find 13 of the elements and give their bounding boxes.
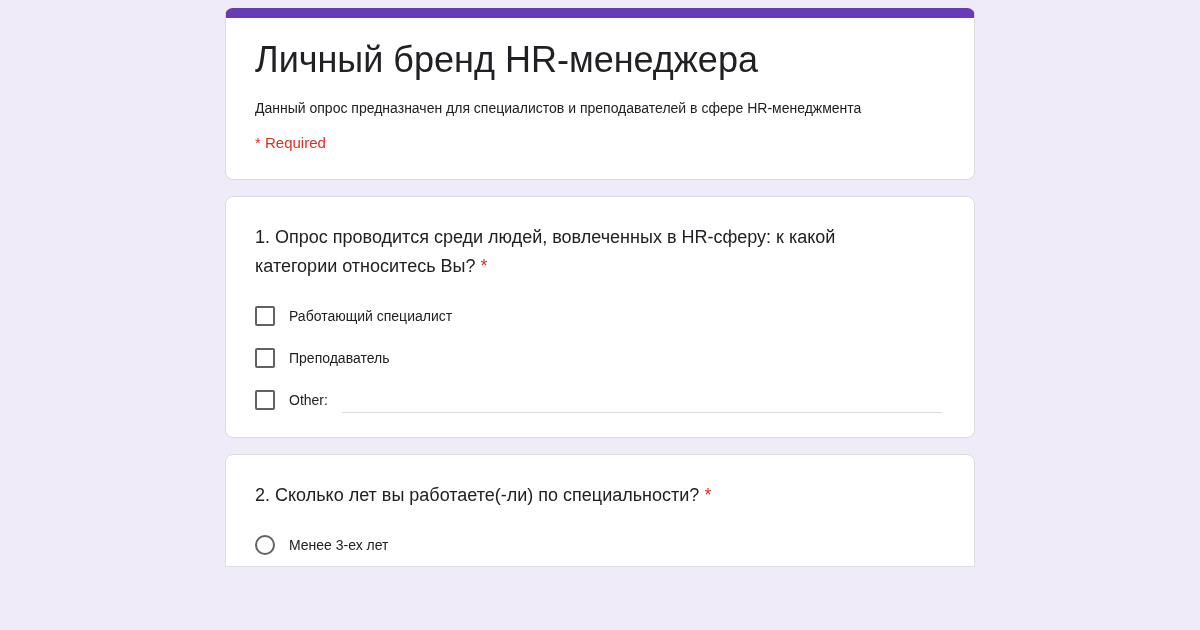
radio-button[interactable] (255, 535, 275, 555)
option-label: Преподаватель (289, 350, 390, 366)
form-description: Данный опрос предназначен для специалистов и преподавателей в сфере HR-менеджмента (255, 99, 863, 118)
option-label: Менее 3-ех лет (289, 537, 389, 553)
checkbox[interactable] (255, 306, 275, 326)
question-text: 1. Опрос проводится среди людей, вовлеченных в HR-сферу: к какой категории относитесь Вы? * (255, 226, 837, 278)
checkbox[interactable] (255, 390, 275, 410)
question-text: 2. Сколько лет вы работаете(-ли) по специальности? * (255, 484, 713, 507)
required-note: * Required (255, 134, 327, 151)
option-label: Other: (289, 392, 328, 408)
form-title: Личный бренд HR-менеджера (255, 38, 759, 82)
option-label: Работающий специалист (289, 308, 453, 324)
checkbox[interactable] (255, 348, 275, 368)
